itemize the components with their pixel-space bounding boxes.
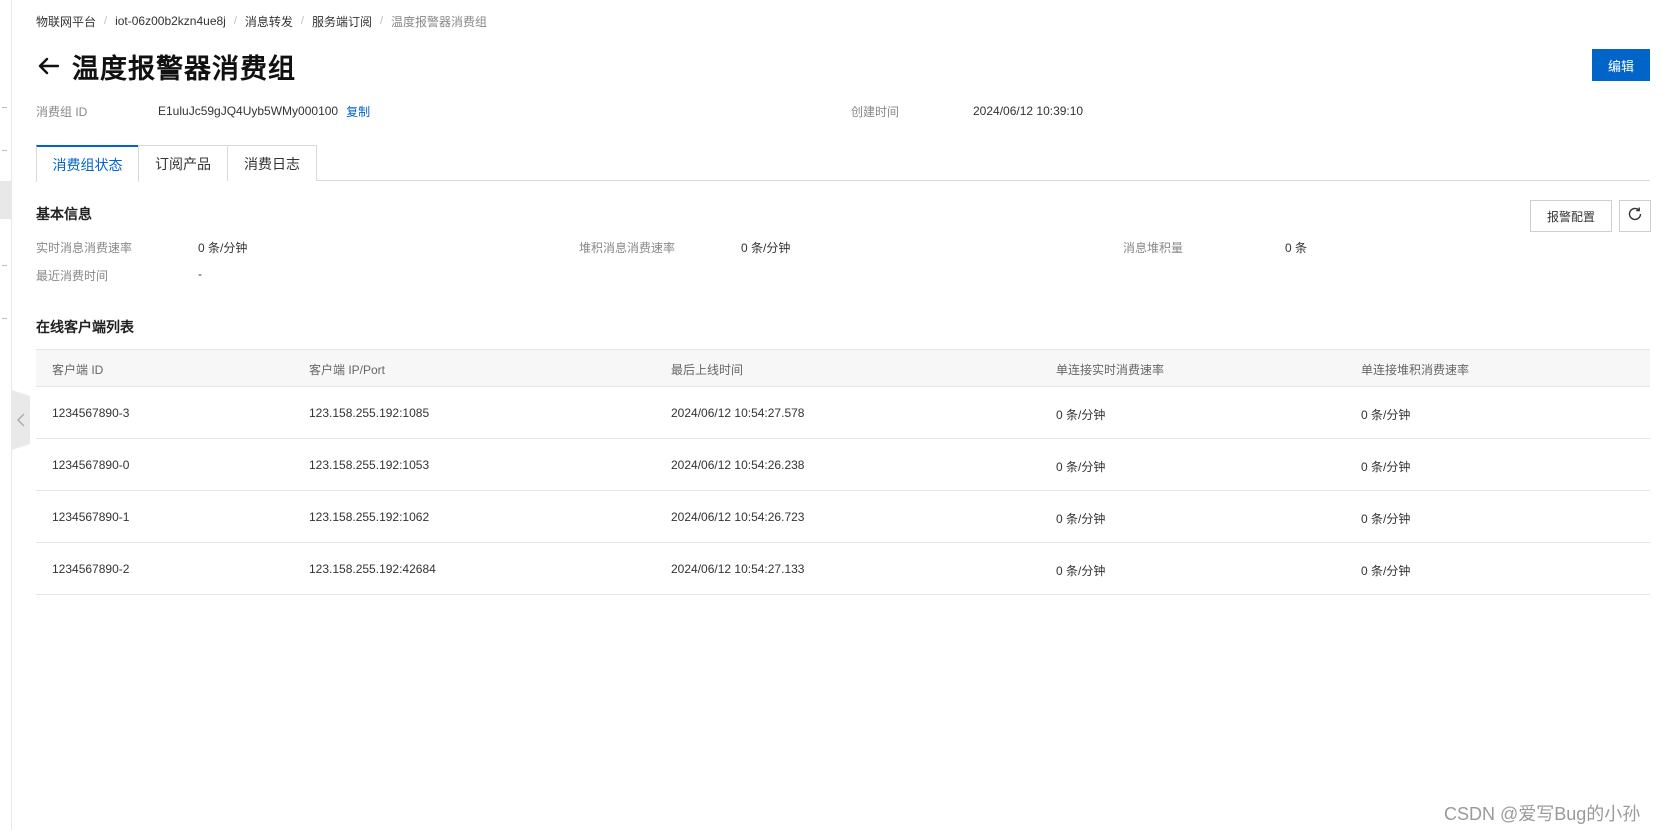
- copy-button[interactable]: 复制: [346, 103, 370, 120]
- cell-backlog-rate: 0 条/分钟: [1361, 460, 1411, 474]
- last-consume-time-value: -: [198, 267, 202, 281]
- tab-consumption-logs[interactable]: 消费日志: [227, 145, 317, 181]
- consumer-group-id-value: E1uluJc59gJQ4Uyb5WMy000100: [158, 104, 339, 118]
- cell-last-online: 2024/06/12 10:54:26.723: [671, 510, 805, 524]
- sidebar-tick: [2, 265, 7, 266]
- breadcrumb-separator: /: [300, 15, 304, 27]
- sidebar-active-item[interactable]: [0, 181, 12, 219]
- consumer-group-id-label: 消费组 ID: [36, 104, 88, 119]
- cell-client-id: 1234567890-3: [52, 406, 130, 420]
- cell-last-online: 2024/06/12 10:54:27.133: [671, 562, 805, 576]
- csdn-watermark: CSDN @爱写Bug的小孙: [1444, 804, 1641, 824]
- cell-realtime-rate: 0 条/分钟: [1056, 460, 1106, 474]
- edit-button[interactable]: 编辑: [1592, 49, 1650, 81]
- refresh-icon: [1627, 206, 1643, 227]
- backlog-consume-rate-value: 0 条/分钟: [741, 241, 791, 255]
- realtime-consume-rate-label: 实时消息消费速率: [36, 241, 133, 255]
- message-backlog-value: 0 条: [1285, 241, 1308, 255]
- realtime-consume-rate-value: 0 条/分钟: [198, 241, 248, 255]
- breadcrumb-separator: /: [233, 15, 237, 27]
- cell-ip-port: 123.158.255.192:1062: [309, 510, 430, 524]
- column-header-last-online: 最后上线时间: [671, 363, 744, 377]
- alarm-config-button[interactable]: 报警配置: [1530, 200, 1612, 232]
- cell-client-id: 1234567890-2: [52, 562, 130, 576]
- last-consume-time-label: 最近消费时间: [36, 269, 109, 283]
- breadcrumb-item-iot-platform[interactable]: 物联网平台: [36, 13, 96, 30]
- cell-last-online: 2024/06/12 10:54:27.578: [671, 406, 805, 420]
- breadcrumb: 物联网平台 / iot-06z00b2kzn4ue8j / 消息转发 / 服务端…: [36, 12, 487, 30]
- breadcrumb-current: 温度报警器消费组: [391, 14, 488, 29]
- page-title: 温度报警器消费组: [72, 53, 296, 84]
- column-header-backlog-rate: 单连接堆积消费速率: [1361, 363, 1470, 377]
- sidebar-tick: [2, 318, 7, 319]
- sidebar-tick: [2, 150, 7, 151]
- breadcrumb-separator: /: [379, 15, 384, 27]
- breadcrumb-item-server-subscription[interactable]: 服务端订阅: [312, 13, 372, 30]
- cell-ip-port: 123.158.255.192:42684: [309, 562, 436, 576]
- breadcrumb-separator: /: [104, 15, 108, 27]
- created-time-value: 2024/06/12 10:39:10: [973, 104, 1084, 118]
- created-time-value-row: 2024/06/12 10:39:10: [973, 102, 1083, 120]
- table-row: 1234567890-1 123.158.255.192:1062 2024/0…: [36, 491, 1650, 543]
- cell-last-online: 2024/06/12 10:54:26.238: [671, 458, 805, 472]
- tab-bar: 消费组状态 订阅产品 消费日志: [36, 145, 1650, 182]
- sidebar-collapse-handle[interactable]: [12, 390, 30, 450]
- refresh-button[interactable]: [1619, 200, 1651, 232]
- backlog-consume-rate-label: 堆积消息消费速率: [579, 241, 676, 255]
- cell-backlog-rate: 0 条/分钟: [1361, 512, 1411, 526]
- page-header: 温度报警器消费组: [34, 46, 296, 86]
- table-row: 1234567890-3 123.158.255.192:1085 2024/0…: [36, 387, 1650, 439]
- tab-subscribed-products[interactable]: 订阅产品: [138, 145, 228, 181]
- arrow-left-icon[interactable]: [34, 52, 62, 80]
- message-backlog-label: 消息堆积量: [1123, 241, 1184, 255]
- cell-client-id: 1234567890-1: [52, 510, 130, 524]
- cell-ip-port: 123.158.255.192:1053: [309, 458, 430, 472]
- table-header: 客户端 ID 客户端 IP/Port 最后上线时间 单连接实时消费速率 单连接堆…: [36, 349, 1650, 387]
- tab-consumer-group-status[interactable]: 消费组状态: [36, 145, 139, 182]
- cell-ip-port: 123.158.255.192:1085: [309, 406, 430, 420]
- basic-info-title: 基本信息: [36, 206, 92, 222]
- breadcrumb-item-instance[interactable]: iot-06z00b2kzn4ue8j: [115, 14, 226, 28]
- cell-client-id: 1234567890-0: [52, 458, 130, 472]
- online-clients-table: 客户端 ID 客户端 IP/Port 最后上线时间 单连接实时消费速率 单连接堆…: [36, 349, 1650, 595]
- sidebar-tick: [2, 107, 7, 108]
- created-time-label: 创建时间: [851, 104, 900, 119]
- table-row: 1234567890-2 123.158.255.192:42684 2024/…: [36, 543, 1650, 595]
- breadcrumb-item-message-forwarding[interactable]: 消息转发: [245, 13, 293, 30]
- chevron-left-icon: [17, 413, 25, 427]
- column-header-realtime-rate: 单连接实时消费速率: [1056, 363, 1165, 377]
- cell-backlog-rate: 0 条/分钟: [1361, 408, 1411, 422]
- table-row: 1234567890-0 123.158.255.192:1053 2024/0…: [36, 439, 1650, 491]
- consumer-group-id-row: 消费组 ID: [36, 102, 87, 120]
- column-header-ip-port: 客户端 IP/Port: [309, 363, 386, 377]
- created-time-label-row: 创建时间: [851, 102, 899, 120]
- cell-realtime-rate: 0 条/分钟: [1056, 512, 1106, 526]
- online-clients-title: 在线客户端列表: [36, 319, 134, 335]
- cell-realtime-rate: 0 条/分钟: [1056, 408, 1106, 422]
- sidebar-rail: [0, 0, 12, 830]
- cell-realtime-rate: 0 条/分钟: [1056, 564, 1106, 578]
- cell-backlog-rate: 0 条/分钟: [1361, 564, 1411, 578]
- column-header-client-id: 客户端 ID: [52, 363, 104, 377]
- consumer-group-id-value-row: E1uluJc59gJQ4Uyb5WMy000100 复制: [158, 102, 370, 120]
